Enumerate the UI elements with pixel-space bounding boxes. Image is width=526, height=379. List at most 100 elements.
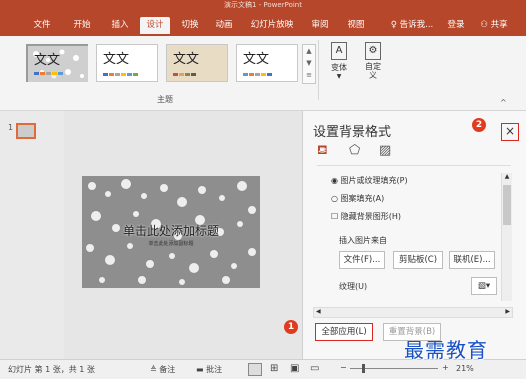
theme-thumb-2[interactable]: 文文 xyxy=(96,44,158,82)
theme-colors xyxy=(173,73,196,76)
more-icon[interactable]: ≡ xyxy=(303,69,315,81)
tab-design[interactable]: 设计 xyxy=(140,17,170,34)
notes-button[interactable]: ≜ 备注 xyxy=(150,364,175,375)
tab-slideshow[interactable]: 幻灯片放映 xyxy=(244,17,300,34)
gear-icon: ⚙ xyxy=(365,42,381,60)
customize-label: 自定义 xyxy=(365,62,381,80)
tab-view[interactable]: 视图 xyxy=(342,17,370,34)
chevron-up-icon[interactable]: ▲ xyxy=(303,45,315,57)
pane-title: 设置背景格式 xyxy=(313,125,392,140)
file-button[interactable]: 文件(F)... xyxy=(339,251,385,269)
close-icon[interactable]: × xyxy=(501,123,519,141)
theme-thumb-3[interactable]: 文文 xyxy=(166,44,228,82)
option-label: 图案填充(A) xyxy=(340,194,385,203)
tab-file[interactable]: 文件 xyxy=(28,17,56,34)
comments-label: 批注 xyxy=(206,365,223,374)
theme-colors xyxy=(243,73,272,76)
comments-button[interactable]: ▬ 批注 xyxy=(196,364,222,375)
option-hide-graphics[interactable]: ☐ 隐藏背景图形(H) xyxy=(331,211,401,222)
online-button[interactable]: 联机(E)... xyxy=(449,251,495,269)
title-bar: 演示文稿1 - PowerPoint xyxy=(0,0,526,12)
zoom-in-icon[interactable]: + xyxy=(442,363,449,372)
theme-colors xyxy=(34,72,63,75)
chevron-down-icon[interactable]: ▼ xyxy=(303,57,315,69)
share-button[interactable]: ⚇ 共享 xyxy=(472,17,516,34)
tab-review[interactable]: 审阅 xyxy=(306,17,334,34)
zoom-level[interactable]: 21% xyxy=(456,364,474,373)
watermark-logo: 最需教育 xyxy=(404,338,488,362)
share-label: 共享 xyxy=(490,20,508,30)
tab-insert[interactable]: 插入 xyxy=(106,17,134,34)
window-title: 演示文稿1 - PowerPoint xyxy=(224,1,302,9)
option-label: 图片或纹理填充(P) xyxy=(340,176,408,185)
theme-label: 文文 xyxy=(243,52,270,67)
scroll-left-icon[interactable]: ◀ xyxy=(316,308,321,315)
sorter-view-icon[interactable]: ⊞ xyxy=(270,363,278,374)
person-icon: ⚇ xyxy=(480,20,488,30)
insert-from-label: 插入图片来自 xyxy=(339,236,387,245)
zoom-thumb[interactable] xyxy=(362,364,365,373)
normal-view-icon[interactable] xyxy=(248,363,262,376)
scroll-thumb[interactable] xyxy=(503,185,511,225)
collapse-ribbon-icon[interactable]: ^ xyxy=(500,98,507,107)
slide-editing-area: 单击此处添加标题 单击此处添加副标题 xyxy=(64,111,302,359)
theme-thumb-4[interactable]: 文文 xyxy=(236,44,298,82)
effects-icon[interactable]: ⬠ xyxy=(349,143,360,158)
zoom-out-icon[interactable]: − xyxy=(340,363,347,372)
slide-thumbnail-panel: 1 xyxy=(0,111,64,359)
pane-scrollbar[interactable]: ▲ xyxy=(501,173,512,301)
texture-dropdown[interactable]: ▧▾ xyxy=(471,277,497,295)
theme-gallery-scroll[interactable]: ▲ ▼ ≡ xyxy=(302,44,316,84)
format-background-pane: 设置背景格式 ⛾ ⬠ ▨ × ◉ 图片或纹理填充(P) ○ 图案填充(A) ☐ … xyxy=(302,111,526,359)
radio-icon: ○ xyxy=(331,194,338,203)
option-label: 隐藏背景图形(H) xyxy=(340,212,401,221)
tab-transitions[interactable]: 切换 xyxy=(176,17,204,34)
tell-me-text: 告诉我... xyxy=(399,20,434,30)
fill-icon[interactable]: ⛾ xyxy=(317,143,328,160)
step-badge-2: 2 xyxy=(472,118,486,132)
pane-hscrollbar[interactable]: ◀ ▶ xyxy=(313,307,513,318)
theme-thumb-1[interactable]: 文文 xyxy=(26,44,88,82)
pane-divider xyxy=(317,165,511,166)
slide-subtitle[interactable]: 单击此处添加副标题 xyxy=(82,240,260,247)
theme-label: 文文 xyxy=(173,52,200,67)
reading-view-icon[interactable]: ▣ xyxy=(290,363,299,374)
tab-home[interactable]: 开始 xyxy=(68,17,96,34)
picture-icon[interactable]: ▨ xyxy=(379,143,391,158)
chevron-down-icon: ▼ xyxy=(336,73,342,80)
ribbon: 文文 文文 文文 文文 ▲ ▼ ≡ A 变体 ▼ ⚙ 自定义 主题 ^ xyxy=(0,36,526,111)
theme-colors xyxy=(103,73,138,76)
variant-icon: A xyxy=(331,42,347,60)
apply-all-button[interactable]: 全部应用(L) xyxy=(315,323,373,341)
login-link[interactable]: 登录 xyxy=(444,17,468,34)
tell-me-box[interactable]: ♀ 告诉我... xyxy=(380,17,444,34)
slide-thumbnail[interactable] xyxy=(16,123,36,139)
ribbon-tab-bar: 文件 开始 插入 设计 切换 动画 幻灯片放映 审阅 视图 ♀ 告诉我... 登… xyxy=(0,12,526,36)
slide-canvas[interactable]: 单击此处添加标题 单击此处添加副标题 xyxy=(82,176,260,288)
notes-label: 备注 xyxy=(159,365,176,374)
variants-button[interactable]: A 变体 ▼ xyxy=(326,42,352,90)
scroll-up-icon[interactable]: ▲ xyxy=(502,173,512,180)
ribbon-divider xyxy=(318,40,319,100)
checkbox-icon: ☐ xyxy=(331,212,339,221)
slide-count-text: 幻灯片 第 1 张，共 1 张 xyxy=(8,365,95,374)
notes-icon: ≜ xyxy=(150,365,157,374)
slide-number: 1 xyxy=(8,123,14,132)
theme-label: 文文 xyxy=(103,52,130,67)
slideshow-icon[interactable]: ▭ xyxy=(310,363,319,374)
radio-icon: ◉ xyxy=(331,176,338,185)
tab-animations[interactable]: 动画 xyxy=(210,17,238,34)
comment-icon: ▬ xyxy=(196,365,204,374)
variants-label: 变体 xyxy=(331,63,347,72)
option-pattern-fill[interactable]: ○ 图案填充(A) xyxy=(331,193,384,204)
step-badge-1: 1 xyxy=(284,320,298,334)
ribbon-group-label: 主题 xyxy=(157,95,173,104)
customize-button[interactable]: ⚙ 自定义 xyxy=(356,42,390,90)
option-picture-fill[interactable]: ◉ 图片或纹理填充(P) xyxy=(331,175,408,186)
slide-title[interactable]: 单击此处添加标题 xyxy=(82,222,260,239)
scroll-right-icon[interactable]: ▶ xyxy=(505,308,510,315)
clipboard-button[interactable]: 剪贴板(C) xyxy=(393,251,443,269)
theme-label: 文文 xyxy=(34,53,61,68)
lightbulb-icon: ♀ xyxy=(390,20,397,30)
texture-label: 纹理(U) xyxy=(339,282,368,291)
